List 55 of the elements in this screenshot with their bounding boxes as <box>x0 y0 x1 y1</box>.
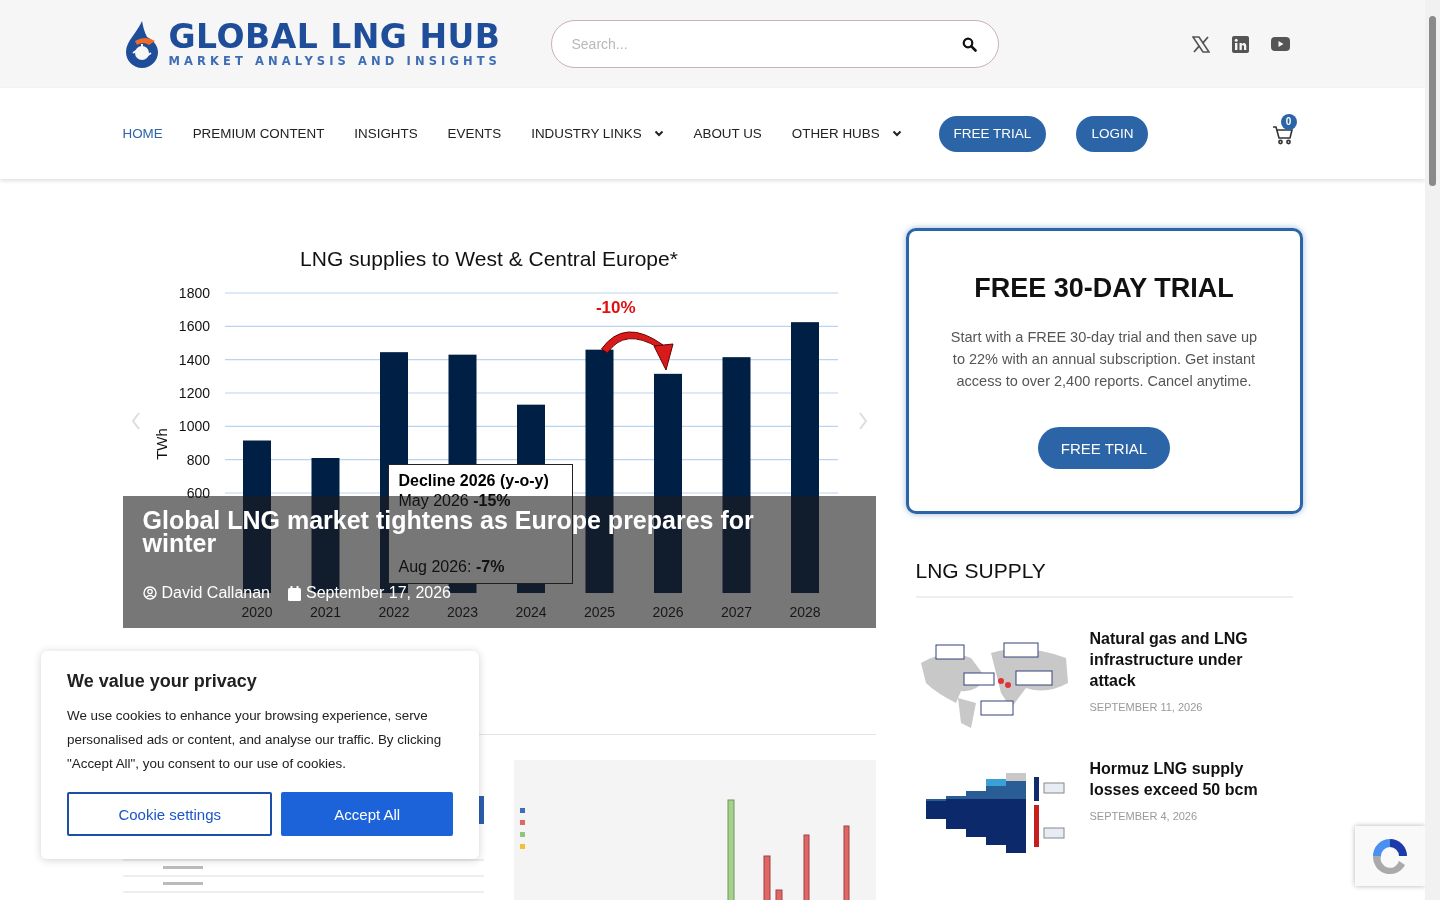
linkedin-icon[interactable] <box>1231 35 1249 53</box>
axis-tick-label: 2020 <box>240 604 273 620</box>
user-icon <box>142 586 157 600</box>
cart-count-badge: 0 <box>1280 113 1297 130</box>
search-icon[interactable] <box>961 37 977 52</box>
youtube-icon[interactable] <box>1270 37 1290 51</box>
nav-button[interactable]: LOGIN <box>1076 115 1149 152</box>
caret-icon[interactable] <box>653 130 664 137</box>
nav-link[interactable]: INSIGHTS <box>354 126 418 141</box>
article-title[interactable]: Hormuz LNG supply losses exceed 50 bcm <box>1089 758 1275 800</box>
axis-tick-label: 1800 <box>178 285 210 301</box>
nav-link[interactable]: INDUSTRY LINKS <box>531 126 664 141</box>
axis-title: TWh <box>152 428 170 460</box>
chart-title: LNG supplies to West & Central Europe* <box>299 247 678 270</box>
nav-link[interactable]: EVENTS <box>447 126 502 141</box>
axis-tick-label: 800 <box>186 451 210 468</box>
change-label: -10% <box>595 298 636 317</box>
nav-link[interactable]: ABOUT US <box>693 126 762 141</box>
logo-tagline: MARKET ANALYSIS AND INSIGHTS <box>168 54 501 68</box>
axis-tick-label: 2023 <box>446 604 478 620</box>
axis-tick-label: 1200 <box>178 385 210 401</box>
calendar-icon <box>288 585 301 601</box>
trial-description: Start with a FREE 30-day trial and then save up to 22% with an annual subscription. Get instant access to over 2,400 reports. Cancel anytime. <box>949 328 1259 391</box>
axis-tick-label: 1600 <box>178 318 210 335</box>
article-title[interactable]: Natural gas and LNG infrastructure under attack <box>1089 628 1275 691</box>
cookie-message: We use cookies to enhance your browsing experience, serve personalised ads or content, and analyse our traffic. By clicking "Accept All", you consent to our use of cookies. <box>67 707 443 773</box>
axis-tick-label: 2027 <box>720 604 752 620</box>
callout-title: Decline 2026 (y-o-y) <box>398 471 550 491</box>
axis-tick-label: 2024 <box>514 604 547 620</box>
accept-button[interactable]: Accept All <box>281 792 453 836</box>
author-name[interactable]: David Callanan <box>161 584 270 602</box>
nav-link[interactable]: PREMIUM CONTENT <box>192 126 325 141</box>
cookie-title: We value your privacy <box>67 671 258 692</box>
axis-tick-label: 2022 <box>377 604 410 620</box>
callout-line: May 2026 -15% <box>398 491 512 511</box>
caret-icon[interactable] <box>891 130 902 137</box>
axis-tick-label: 1400 <box>178 351 210 368</box>
axis-tick-label: 2028 <box>788 604 821 620</box>
logo-title[interactable]: GLOBAL LNG HUB <box>168 20 501 54</box>
article-date: SEPTEMBER 4, 2026 <box>1089 810 1199 822</box>
axis-tick-label: 1000 <box>178 418 210 435</box>
x-icon[interactable] <box>1191 35 1210 53</box>
axis-tick-label: 2025 <box>583 604 615 620</box>
trial-title: FREE 30-DAY TRIAL <box>973 273 1235 304</box>
section-heading: LNG SUPPLY <box>915 559 1293 598</box>
axis-tick-label: 2026 <box>651 604 684 620</box>
free-trial-button[interactable]: FREE TRIAL <box>1037 427 1171 469</box>
nav-link[interactable]: HOME <box>122 126 163 141</box>
article-date: SEPTEMBER 11, 2026 <box>1089 701 1204 713</box>
axis-tick-label: 2021 <box>309 604 341 620</box>
nav-button[interactable]: FREE TRIAL <box>938 115 1047 152</box>
search-field[interactable]: Search... <box>550 20 999 68</box>
nav-link[interactable]: OTHER HUBS <box>791 126 902 141</box>
settings-button[interactable]: Cookie settings <box>67 792 273 836</box>
callout-line: Aug 2026: -7% <box>398 557 506 577</box>
